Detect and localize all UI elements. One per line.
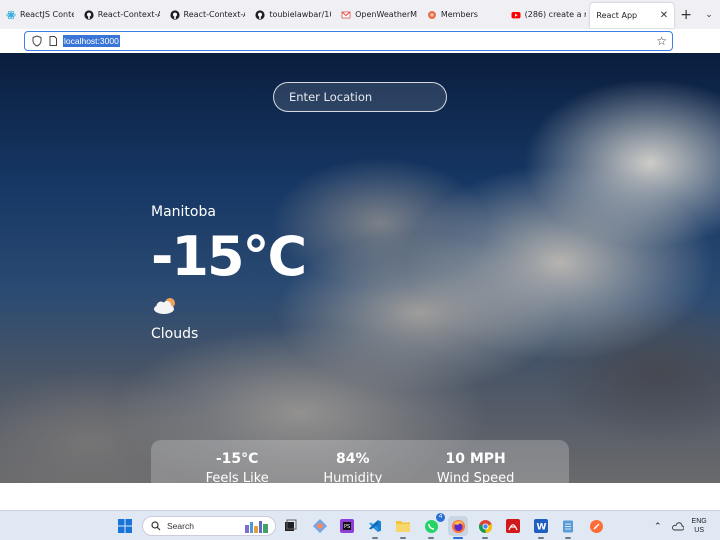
whatsapp-icon[interactable]: 4	[421, 513, 445, 539]
system-tray: ⌃ ENG US	[654, 511, 707, 540]
tab-label: toubielawbar/101	[269, 10, 331, 19]
running-indicator	[538, 537, 544, 539]
widgets-icon[interactable]	[310, 516, 330, 536]
svg-text:PS: PS	[344, 524, 350, 530]
task-view-icon[interactable]	[280, 516, 300, 536]
tab-members[interactable]: Members	[421, 0, 505, 29]
humidity-stat: 84% Humidity	[323, 450, 382, 483]
language-indicator[interactable]: ENG US	[692, 517, 707, 535]
notepad-icon[interactable]	[558, 516, 578, 539]
youtube-icon	[511, 10, 521, 20]
tab-label: Members	[440, 10, 478, 19]
address-bar[interactable]: localhost:3000 ☆	[24, 31, 673, 51]
bookmark-star-icon[interactable]: ☆	[656, 34, 667, 48]
new-tab-button[interactable]: +	[674, 7, 698, 23]
tab-label: React-Context-AP	[183, 10, 246, 19]
tab-label: (286) create a rea	[524, 10, 587, 19]
language-code: ENG	[691, 518, 707, 525]
vscode-icon[interactable]	[365, 516, 385, 539]
postman-icon[interactable]	[586, 516, 606, 536]
tab-label: OpenWeatherMa	[355, 10, 417, 19]
phpstorm-icon[interactable]: PS	[337, 516, 357, 536]
firefox-icon[interactable]	[448, 516, 468, 539]
running-indicator	[400, 537, 406, 539]
running-indicator	[482, 537, 488, 539]
taskbar-search-box[interactable]: Search	[142, 516, 276, 536]
windows-start-icon[interactable]	[115, 516, 135, 536]
cloud-sun-icon	[154, 298, 175, 314]
stat-value: 10 MPH	[445, 451, 506, 467]
svg-text:W: W	[537, 523, 547, 533]
stat-value: 84%	[336, 451, 370, 467]
react-icon	[6, 10, 16, 20]
temperature: -15°C	[151, 225, 307, 288]
tab-github-react-context-1[interactable]: React-Context-AP	[78, 0, 164, 29]
onedrive-cloud-icon[interactable]	[671, 521, 684, 531]
feels-like-stat: -15°C Feels Like	[206, 450, 269, 483]
search-highlight-city-icon	[245, 521, 268, 533]
running-indicator	[372, 537, 378, 539]
tab-react-app[interactable]: React App ✕	[590, 3, 675, 28]
tab-label: React App	[596, 11, 638, 20]
tab-github-react-context-2[interactable]: React-Context-AP	[164, 0, 250, 29]
tracking-protection-shield-icon[interactable]	[31, 35, 43, 47]
github-icon	[169, 9, 180, 20]
show-hidden-icons-chevron-icon[interactable]: ⌃	[654, 521, 662, 532]
gmail-icon	[341, 10, 351, 20]
region-code: US	[694, 527, 704, 534]
location-name: Manitoba	[151, 204, 216, 220]
tab-strip: ReactJS Context A React-Context-AP React…	[0, 0, 720, 29]
acrobat-icon[interactable]	[503, 516, 523, 536]
list-all-tabs-chevron-icon[interactable]: ⌄	[698, 10, 720, 20]
search-icon	[151, 521, 161, 531]
tab-openweathermap[interactable]: OpenWeatherMa	[335, 0, 421, 29]
stat-label: Feels Like	[205, 471, 269, 483]
tab-youtube[interactable]: (286) create a rea	[505, 0, 591, 29]
tab-github-toubielawbar[interactable]: toubielawbar/101	[249, 0, 335, 29]
stat-value: -15°C	[215, 451, 259, 467]
navigation-toolbar: localhost:3000 ☆	[0, 29, 720, 53]
github-icon	[255, 9, 265, 20]
word-icon[interactable]: W	[531, 516, 551, 539]
current-weather: Manitoba -15°C Clouds	[151, 203, 307, 343]
running-indicator	[428, 537, 434, 539]
tab-label: ReactJS Context A	[20, 10, 74, 19]
tab-reactjs-context[interactable]: ReactJS Context A	[0, 0, 78, 29]
chrome-icon[interactable]	[475, 516, 495, 539]
weather-condition: Clouds	[151, 326, 199, 342]
weather-details-panel: -15°C Feels Like 84% Humidity 10 MPH Win…	[151, 440, 569, 483]
location-search-input[interactable]	[273, 82, 447, 112]
windows-taskbar: Search PS 4 W ⌃ ENG US	[0, 510, 720, 540]
file-explorer-icon[interactable]	[393, 516, 413, 539]
notification-badge: 4	[436, 513, 445, 522]
stat-label: Wind Speed	[436, 471, 515, 483]
taskbar-search-label: Search	[167, 521, 194, 531]
wind-speed-stat: 10 MPH Wind Speed	[437, 450, 515, 483]
stat-label: Humidity	[323, 471, 383, 483]
weather-app: Manitoba -15°C Clouds -15°C Feels Like 8…	[0, 53, 720, 483]
tab-label: React-Context-AP	[97, 10, 160, 19]
url-text[interactable]: localhost:3000	[63, 35, 120, 47]
close-tab-icon[interactable]: ✕	[642, 10, 668, 21]
active-indicator	[453, 537, 463, 539]
running-indicator	[565, 537, 571, 539]
github-icon	[84, 9, 94, 20]
page-info-icon[interactable]	[47, 35, 59, 47]
figma-icon	[427, 10, 437, 20]
page-bottom-area	[0, 483, 720, 510]
